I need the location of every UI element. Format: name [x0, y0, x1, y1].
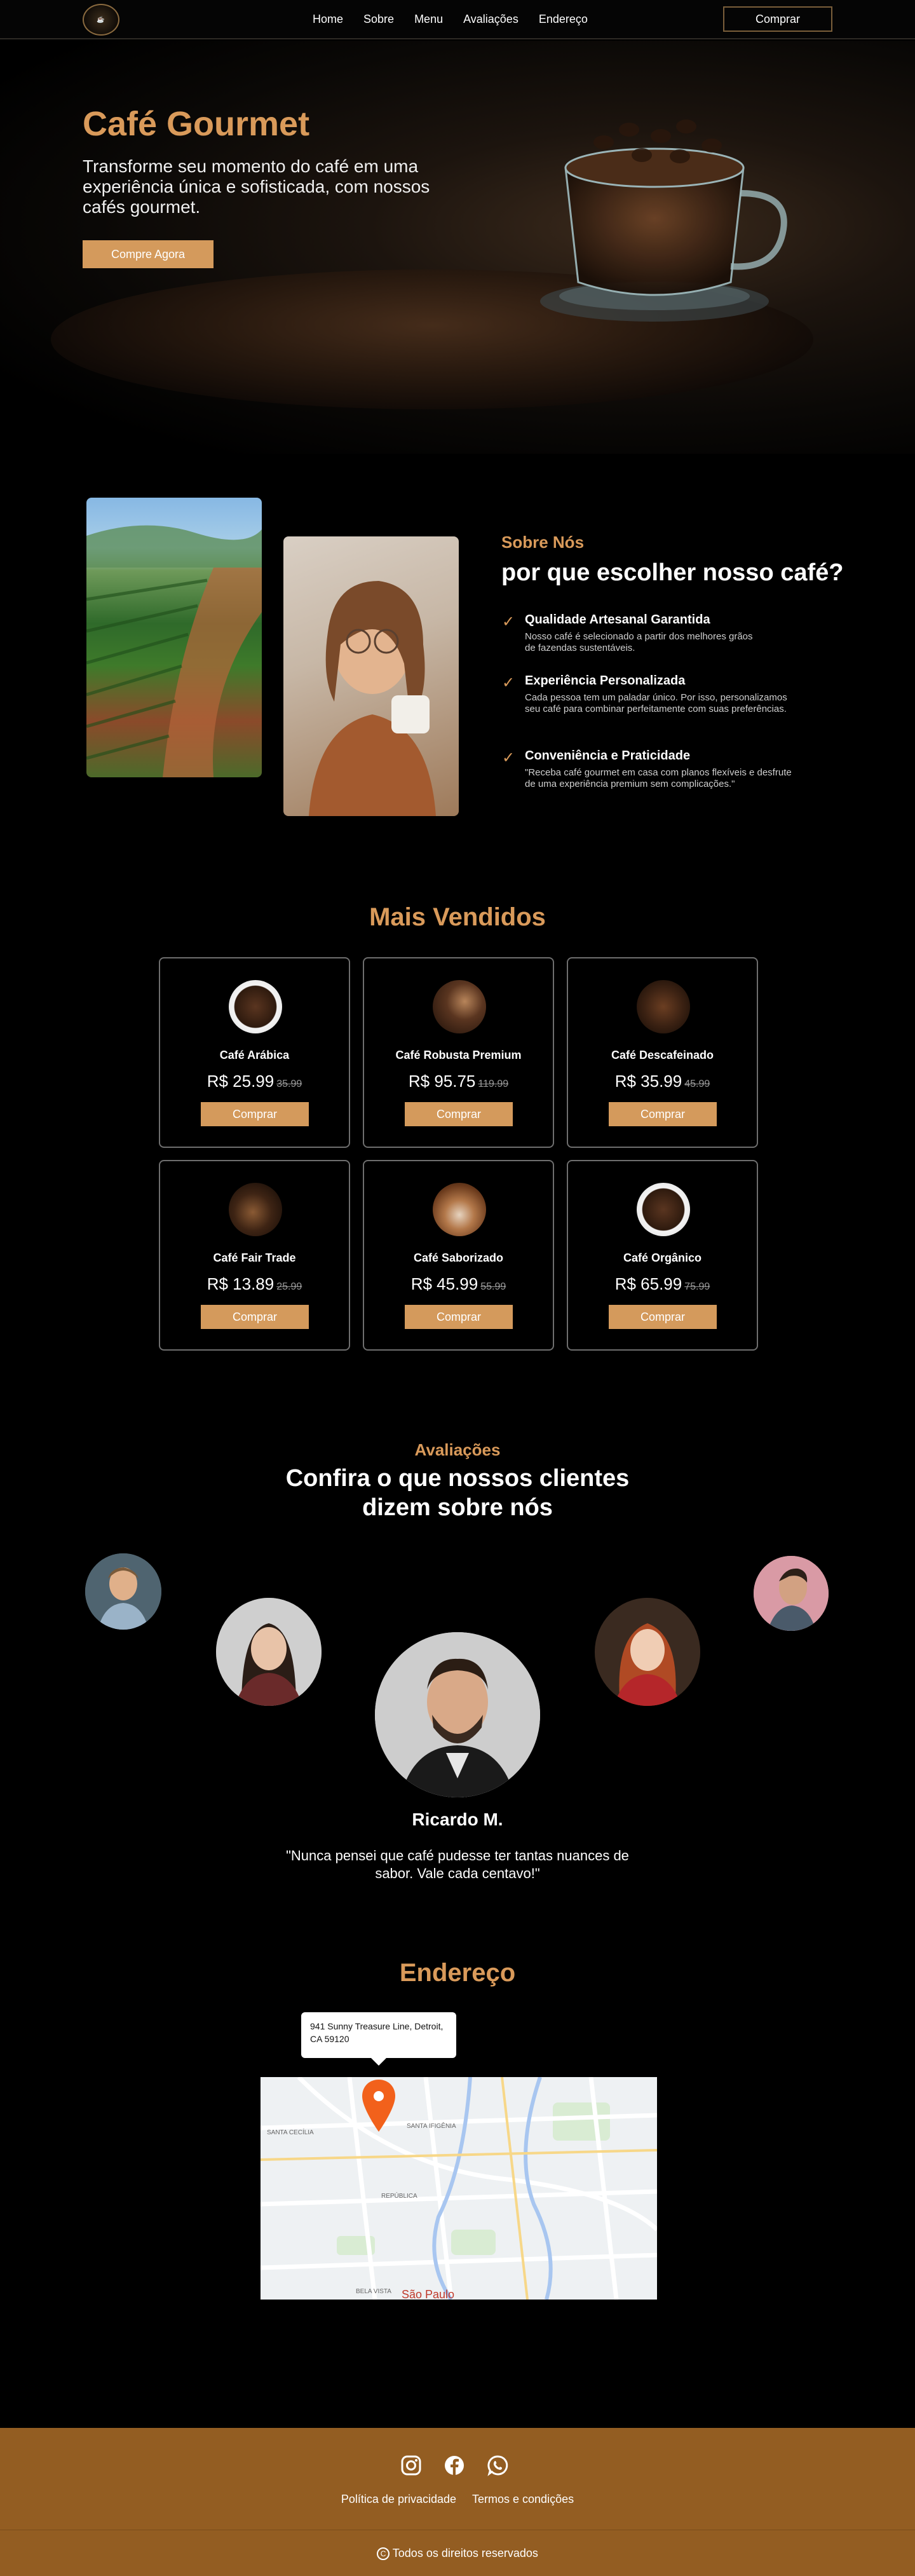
product-name: Café Descafeinado	[611, 1049, 714, 1061]
coffee-cup-image	[540, 119, 787, 322]
reviewer-avatar[interactable]	[85, 1553, 161, 1630]
best-sellers-title: Mais Vendidos	[369, 903, 546, 931]
copyright-text: Todos os direitos reservados	[392, 2547, 538, 2559]
product-image	[637, 1183, 690, 1236]
product-image	[229, 980, 282, 1033]
feature-text: "Receba café gourmet em casa com planos …	[525, 767, 792, 789]
product-name: Café Fair Trade	[213, 1251, 296, 1264]
coffee-farm-image	[86, 498, 262, 777]
nav-link-endereco[interactable]: Endereço	[539, 13, 588, 26]
feature-text: Nosso café é selecionado a partir dos me…	[525, 631, 753, 653]
reviewer-avatar[interactable]	[754, 1556, 829, 1631]
product-name: Café Arábica	[219, 1049, 290, 1061]
reviewer-name: Ricardo M.	[412, 1809, 503, 1829]
buy-button[interactable]: Comprar	[405, 1102, 513, 1126]
product-price: R$ 25.99 35.99	[207, 1072, 302, 1091]
product-price: R$ 13.89 25.99	[207, 1274, 302, 1293]
buy-button[interactable]: Comprar	[609, 1102, 717, 1126]
map-district-label: SANTA CECÍLIA	[267, 2128, 314, 2136]
copyright-bar: C Todos os direitos reservados	[0, 2530, 915, 2576]
main-nav: Home Sobre Menu Avaliações Endereço	[313, 13, 588, 26]
product-old-price: 45.99	[684, 1079, 710, 1089]
nav-link-sobre[interactable]: Sobre	[363, 13, 394, 26]
about-tag: Sobre Nós	[501, 533, 585, 552]
feature-quality: ✓ Qualidade Artesanal Garantida Nosso ca…	[502, 613, 794, 654]
product-old-price: 119.99	[478, 1079, 509, 1089]
product-image	[433, 980, 486, 1033]
map-district-label: BELA VISTA	[356, 2288, 391, 2295]
location-map[interactable]: SANTA CECÍLIA SANTA IFIGÊNIA REPÚBLICA B…	[261, 2077, 657, 2300]
nav-buy-button[interactable]: Comprar	[723, 6, 832, 32]
feature-convenience: ✓ Conveniência e Praticidade "Receba caf…	[502, 749, 794, 790]
address-title: Endereço	[399, 1959, 516, 1987]
check-icon: ✓	[502, 674, 515, 692]
hero-subtitle: Transforme seu momento do café em uma ex…	[83, 156, 430, 217]
privacy-policy-link[interactable]: Política de privacidade	[341, 2493, 456, 2505]
product-price: R$ 35.99 45.99	[614, 1072, 710, 1091]
about-title: por que escolher nosso café?	[501, 559, 844, 586]
feature-title: Conveniência e Praticidade	[525, 749, 691, 763]
product-card: Café Descafeinado R$ 35.99 45.99 Comprar	[567, 957, 758, 1148]
product-image	[229, 1183, 282, 1236]
brand-logo[interactable]: ☕	[83, 4, 119, 36]
map-city-label: São Paulo	[402, 2288, 454, 2300]
reviews-tag: Avaliações	[414, 1440, 501, 1459]
feature-personalized: ✓ Experiência Personalizada Cada pessoa …	[502, 674, 794, 715]
product-card: Café Arábica R$ 25.99 35.99 Comprar	[159, 957, 350, 1148]
terms-link[interactable]: Termos e condições	[472, 2493, 574, 2505]
buy-button[interactable]: Comprar	[201, 1305, 309, 1329]
product-name: Café Orgânico	[623, 1251, 702, 1264]
feature-title: Experiência Personalizada	[525, 674, 686, 688]
product-name: Café Robusta Premium	[395, 1049, 522, 1061]
site-footer: Política de privacidade Termos e condiçõ…	[0, 2428, 915, 2576]
product-old-price: 25.99	[276, 1281, 302, 1292]
product-price: R$ 45.99 55.99	[410, 1274, 506, 1293]
product-card: Café Orgânico R$ 65.99 75.99 Comprar	[567, 1160, 758, 1351]
nav-link-avaliacoes[interactable]: Avaliações	[463, 13, 518, 26]
feature-title: Qualidade Artesanal Garantida	[525, 613, 710, 627]
nav-link-home[interactable]: Home	[313, 13, 343, 26]
reviewer-avatar-active[interactable]	[375, 1632, 540, 1797]
instagram-icon[interactable]	[400, 2455, 422, 2476]
product-card: Café Saborizado R$ 45.99 55.99 Comprar	[363, 1160, 554, 1351]
feature-text: Cada pessoa tem um paladar único. Por is…	[525, 692, 787, 714]
buy-button[interactable]: Comprar	[405, 1305, 513, 1329]
top-navbar: ☕ Home Sobre Menu Avaliações Endereço Co…	[0, 0, 915, 39]
product-name: Café Saborizado	[413, 1251, 504, 1264]
reviewer-avatar[interactable]	[595, 1598, 700, 1706]
nav-link-menu[interactable]: Menu	[414, 13, 443, 26]
check-icon: ✓	[502, 613, 515, 630]
buy-button[interactable]: Comprar	[609, 1305, 717, 1329]
product-price: R$ 65.99 75.99	[614, 1274, 710, 1293]
footer-links: Política de privacidade Termos e condiçõ…	[0, 2493, 915, 2506]
buy-button[interactable]: Comprar	[201, 1102, 309, 1126]
product-old-price: 75.99	[684, 1281, 710, 1292]
hero-section: Café Gourmet Transforme seu momento do c…	[0, 41, 915, 454]
review-quote: "Nunca pensei que café pudesse ter tanta…	[286, 1848, 629, 1881]
map-district-label: SANTA IFIGÊNIA	[407, 2122, 456, 2130]
hero-title: Café Gourmet	[83, 105, 310, 143]
check-icon: ✓	[502, 749, 515, 767]
whatsapp-icon[interactable]	[487, 2455, 508, 2476]
copyright-icon: C	[377, 2547, 390, 2561]
facebook-icon[interactable]	[444, 2455, 465, 2476]
reviewer-avatar[interactable]	[216, 1598, 322, 1706]
reviews-title: Confira o que nossos clientes dizem sobr…	[285, 1465, 630, 1521]
product-image	[637, 980, 690, 1033]
woman-drinking-coffee-image	[283, 536, 459, 816]
product-card: Café Fair Trade R$ 13.89 25.99 Comprar	[159, 1160, 350, 1351]
product-price: R$ 95.75 119.99	[408, 1072, 509, 1091]
social-links	[400, 2455, 508, 2476]
product-grid: Café Arábica R$ 25.99 35.99 Comprar Café …	[159, 957, 758, 1351]
product-old-price: 35.99	[276, 1079, 302, 1089]
product-old-price: 55.99	[480, 1281, 506, 1292]
map-district-label: REPÚBLICA	[381, 2191, 417, 2200]
hero-cta-button[interactable]: Compre Agora	[83, 240, 214, 268]
product-image	[433, 1183, 486, 1236]
product-card: Café Robusta Premium R$ 95.75 119.99 Comp…	[363, 957, 554, 1148]
address-callout: 941 Sunny Treasure Line, Detroit, CA 591…	[301, 2012, 456, 2066]
